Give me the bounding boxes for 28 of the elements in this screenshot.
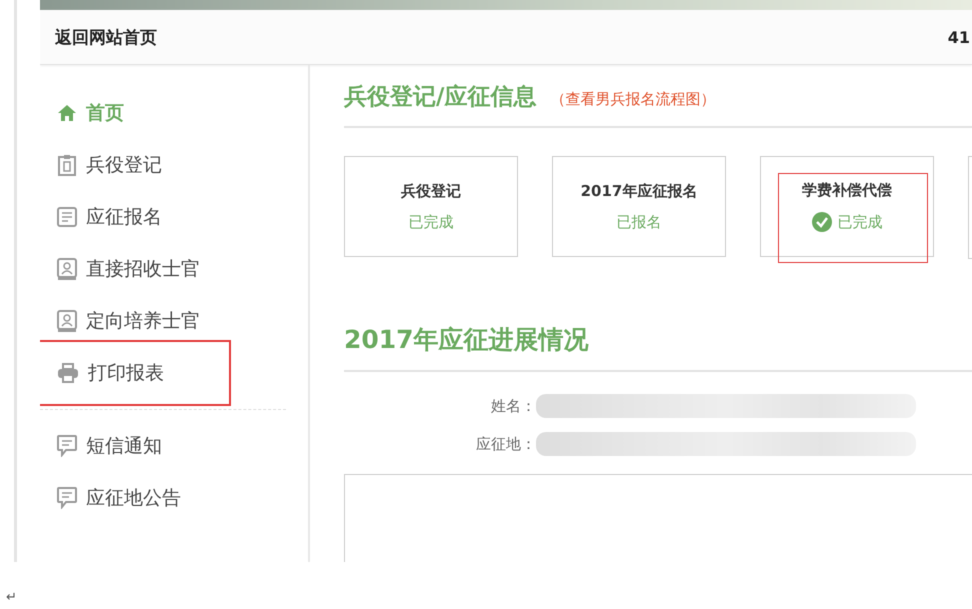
field-label: 应征地： <box>475 434 536 454</box>
sidebar-item[interactable]: 兵役登记 <box>40 139 308 191</box>
sidebar-item[interactable]: 应征地公告 <box>40 472 308 524</box>
back-home-link[interactable]: 返回网站首页 <box>55 26 157 48</box>
clipboard-icon <box>57 154 77 176</box>
printer-icon <box>57 363 79 383</box>
home-icon <box>57 104 77 122</box>
section-title: 兵役登记/应征信息 <box>344 83 536 112</box>
message-icon <box>57 435 77 457</box>
header-text: 41 <box>948 28 970 46</box>
sidebar-item[interactable]: 直接招收士官 <box>40 243 308 295</box>
paragraph-mark: ↵ <box>6 590 17 605</box>
card-title: 2017年应征报名 <box>580 182 698 200</box>
sidebar-item[interactable]: 短信通知 <box>40 420 308 472</box>
sidebar-item[interactable]: 应征报名 <box>40 191 308 243</box>
card-status: 已报名 <box>616 212 662 232</box>
document-icon <box>57 207 77 227</box>
id-card-icon <box>57 310 77 332</box>
sidebar-item[interactable]: 打印报表 <box>40 340 231 406</box>
card-title: 兵役登记 <box>401 182 461 200</box>
card-status: 已完成 <box>408 212 454 232</box>
card-status: 已完成 <box>812 212 882 232</box>
field-label: 姓名： <box>490 396 536 416</box>
section-title: 2017年应征进展情况 <box>344 323 972 372</box>
flowchart-link[interactable]: （查看男兵报名流程图） <box>550 90 716 109</box>
id-card-icon <box>57 258 77 280</box>
card-title: 学费补偿代偿 <box>802 181 892 200</box>
message-icon <box>57 487 77 509</box>
